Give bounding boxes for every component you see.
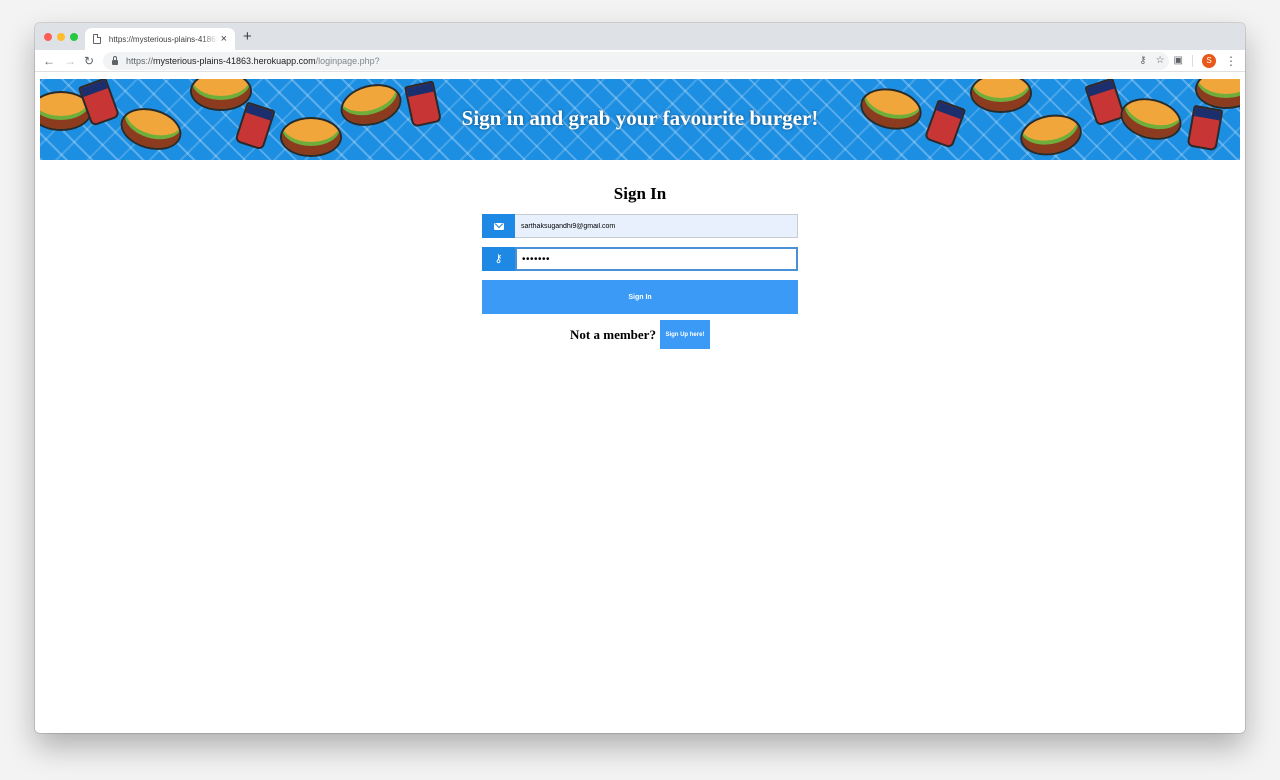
- password-input[interactable]: [515, 247, 798, 271]
- browser-tab[interactable]: https://mysterious-plains-41863.herokuap…: [85, 28, 235, 50]
- url-scheme: https://: [126, 56, 154, 66]
- toolbar-divider: [1192, 55, 1193, 67]
- forward-arrow-icon[interactable]: →: [64, 53, 76, 69]
- password-field: ⚷: [482, 247, 798, 271]
- star-icon[interactable]: ☆: [1156, 53, 1165, 69]
- banner-title: Sign in and grab your favourite burger!: [461, 106, 819, 130]
- browser-toolbar: ← → ↻ https://mysterious-plains-41863.he…: [35, 50, 1245, 72]
- email-field: [482, 214, 798, 238]
- back-arrow-icon[interactable]: ←: [43, 53, 55, 69]
- reload-icon[interactable]: ↻: [84, 53, 94, 69]
- email-icon-box: [482, 214, 515, 238]
- close-window-button[interactable]: [44, 33, 52, 41]
- hero-banner: Sign in and grab your favourite burger!: [40, 79, 1240, 160]
- url-host: mysterious-plains-41863.herokuapp.com: [153, 56, 316, 66]
- signin-heading: Sign In: [613, 184, 667, 203]
- page-content: Sign in and grab your favourite burger! …: [35, 73, 1245, 733]
- signup-prompt-row: Not a member? Sign Up here!: [35, 320, 1245, 349]
- camera-icon[interactable]: ▣: [1174, 53, 1183, 69]
- envelope-icon: [493, 222, 504, 230]
- url-path: /loginpage.php?: [315, 56, 380, 66]
- minimize-window-button[interactable]: [57, 33, 65, 41]
- email-input[interactable]: [515, 214, 798, 238]
- maximize-window-button[interactable]: [70, 33, 78, 41]
- page-icon: [93, 34, 101, 44]
- key-icon[interactable]: ⚷: [1139, 53, 1146, 69]
- burger-illustration: [1195, 79, 1240, 109]
- key-icon: ⚷: [494, 252, 503, 265]
- lock-icon: [112, 56, 118, 65]
- new-tab-button[interactable]: +: [243, 29, 252, 44]
- title-bar: https://mysterious-plains-41863.herokuap…: [35, 23, 1245, 50]
- browser-window: https://mysterious-plains-41863.herokuap…: [35, 23, 1245, 733]
- toolbar-actions: ⚷ ☆ ▣ S ⋮: [1139, 53, 1237, 69]
- signup-button[interactable]: Sign Up here!: [659, 320, 710, 349]
- tab-close-icon[interactable]: ×: [221, 33, 227, 45]
- tab-title: https://mysterious-plains-41863.herokuap…: [108, 34, 218, 44]
- member-prompt-text: Not a member?: [570, 326, 656, 342]
- kebab-menu-icon[interactable]: ⋮: [1225, 53, 1237, 69]
- address-bar[interactable]: https://mysterious-plains-41863.herokuap…: [103, 52, 1169, 70]
- password-icon-box: ⚷: [482, 247, 515, 271]
- url-text[interactable]: https://mysterious-plains-41863.herokuap…: [126, 56, 380, 66]
- profile-avatar[interactable]: S: [1202, 54, 1216, 68]
- signin-button[interactable]: Sign In: [482, 280, 798, 314]
